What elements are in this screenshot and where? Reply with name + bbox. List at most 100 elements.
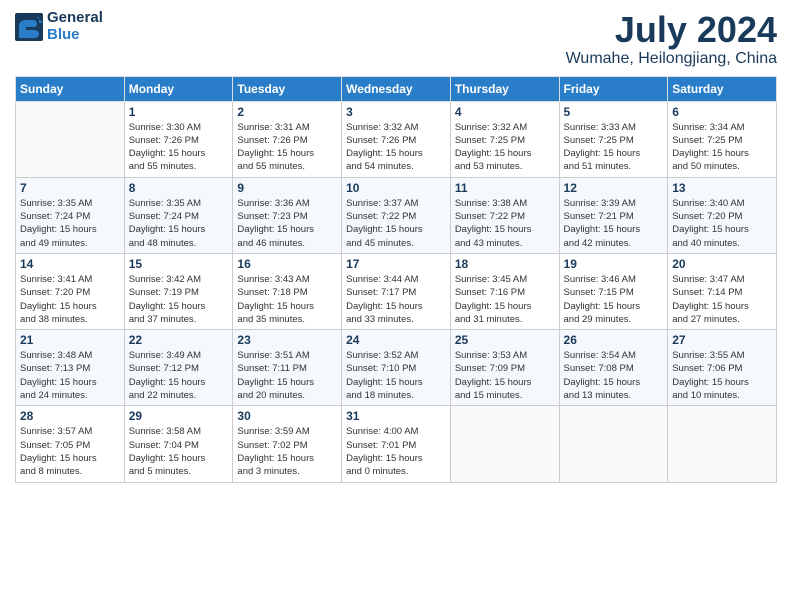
cell-text: Daylight: 15 hours (237, 452, 337, 465)
calendar-week-5: 28 Sunrise: 3:57 AMSunset: 7:05 PM Dayligh… (16, 406, 777, 482)
cell-text: Sunrise: 3:38 AM (455, 197, 555, 210)
cell-text: Sunrise: 4:00 AM (346, 425, 446, 438)
calendar-cell: 15Sunrise: 3:42 AMSunset: 7:19 PMDayligh… (124, 253, 233, 329)
cell-text: Daylight: 15 hours (129, 452, 229, 465)
cell-text: Daylight: 15 hours (346, 452, 446, 465)
cell-text: Sunset: 7:12 PM (129, 362, 229, 375)
calendar-cell: 20Sunrise: 3:47 AMSunset: 7:14 PMDayligh… (668, 253, 777, 329)
day-number: 16 (237, 257, 337, 271)
day-number: 21 (20, 333, 120, 347)
calendar-cell: 24Sunrise: 3:52 AMSunset: 7:10 PMDayligh… (342, 330, 451, 406)
cell-text: and 22 minutes. (129, 389, 229, 402)
calendar-cell: 28Sunrise: 3:57 AMSunset: 7:05 PMDayligh… (16, 406, 125, 482)
cell-text: Sunset: 7:08 PM (564, 362, 664, 375)
calendar-cell: 23Sunrise: 3:51 AMSunset: 7:11 PMDayligh… (233, 330, 342, 406)
day-number: 11 (455, 181, 555, 195)
cell-text: Sunrise: 3:33 AM (564, 121, 664, 134)
cell-text: Sunset: 7:21 PM (564, 210, 664, 223)
cell-text: Daylight: 15 hours (20, 300, 120, 313)
cell-text: Sunset: 7:10 PM (346, 362, 446, 375)
calendar-cell: 13Sunrise: 3:40 AMSunset: 7:20 PMDayligh… (668, 177, 777, 253)
calendar-week-2: 7Sunrise: 3:35 AMSunset: 7:24 PMDaylight… (16, 177, 777, 253)
calendar-cell: 16Sunrise: 3:43 AMSunset: 7:18 PMDayligh… (233, 253, 342, 329)
calendar-cell: 30Sunrise: 3:59 AMSunset: 7:02 PMDayligh… (233, 406, 342, 482)
calendar-cell (559, 406, 668, 482)
cell-text: Sunrise: 3:31 AM (237, 121, 337, 134)
day-number: 7 (20, 181, 120, 195)
cell-text: Daylight: 15 hours (129, 376, 229, 389)
calendar-cell: 31Sunrise: 4:00 AMSunset: 7:01 PMDayligh… (342, 406, 451, 482)
col-header-saturday: Saturday (668, 76, 777, 101)
cell-text: Sunrise: 3:55 AM (672, 349, 772, 362)
cell-text: Sunset: 7:25 PM (564, 134, 664, 147)
cell-text: Daylight: 15 hours (564, 376, 664, 389)
cell-text: Daylight: 15 hours (20, 223, 120, 236)
calendar-cell: 8Sunrise: 3:35 AMSunset: 7:24 PMDaylight… (124, 177, 233, 253)
day-number: 14 (20, 257, 120, 271)
cell-text: Sunrise: 3:41 AM (20, 273, 120, 286)
calendar-cell: 5Sunrise: 3:33 AMSunset: 7:25 PMDaylight… (559, 101, 668, 177)
cell-text: Sunset: 7:14 PM (672, 286, 772, 299)
cell-text: Sunset: 7:18 PM (237, 286, 337, 299)
day-number: 4 (455, 105, 555, 119)
cell-text: Sunrise: 3:46 AM (564, 273, 664, 286)
cell-text: Daylight: 15 hours (672, 300, 772, 313)
cell-text: Sunrise: 3:37 AM (346, 197, 446, 210)
calendar-cell: 18Sunrise: 3:45 AMSunset: 7:16 PMDayligh… (450, 253, 559, 329)
calendar-cell (16, 101, 125, 177)
day-number: 6 (672, 105, 772, 119)
cell-text: Sunrise: 3:51 AM (237, 349, 337, 362)
col-header-monday: Monday (124, 76, 233, 101)
cell-text: Sunset: 7:26 PM (237, 134, 337, 147)
day-number: 3 (346, 105, 446, 119)
cell-text: and 42 minutes. (564, 237, 664, 250)
cell-text: and 24 minutes. (20, 389, 120, 402)
cell-text: and 53 minutes. (455, 160, 555, 173)
cell-text: Daylight: 15 hours (346, 147, 446, 160)
calendar-week-1: 1Sunrise: 3:30 AMSunset: 7:26 PMDaylight… (16, 101, 777, 177)
calendar-cell: 14Sunrise: 3:41 AMSunset: 7:20 PMDayligh… (16, 253, 125, 329)
cell-text: Daylight: 15 hours (672, 223, 772, 236)
page-header: General Blue July 2024 Wumahe, Heilongji… (15, 10, 777, 68)
day-number: 26 (564, 333, 664, 347)
cell-text: Daylight: 15 hours (346, 376, 446, 389)
cell-text: and 20 minutes. (237, 389, 337, 402)
calendar-cell: 29Sunrise: 3:58 AMSunset: 7:04 PMDayligh… (124, 406, 233, 482)
cell-text: Sunrise: 3:59 AM (237, 425, 337, 438)
cell-text: Daylight: 15 hours (455, 223, 555, 236)
calendar-cell: 12Sunrise: 3:39 AMSunset: 7:21 PMDayligh… (559, 177, 668, 253)
cell-text: Sunset: 7:26 PM (346, 134, 446, 147)
cell-text: and 49 minutes. (20, 237, 120, 250)
day-number: 19 (564, 257, 664, 271)
cell-text: and 29 minutes. (564, 313, 664, 326)
day-number: 10 (346, 181, 446, 195)
cell-text: and 45 minutes. (346, 237, 446, 250)
cell-text: and 50 minutes. (672, 160, 772, 173)
cell-text: Daylight: 15 hours (129, 300, 229, 313)
cell-text: Sunrise: 3:32 AM (346, 121, 446, 134)
cell-text: and 27 minutes. (672, 313, 772, 326)
day-number: 27 (672, 333, 772, 347)
cell-text: Sunset: 7:05 PM (20, 439, 120, 452)
cell-text: Sunrise: 3:57 AM (20, 425, 120, 438)
calendar-cell: 3 Sunrise: 3:32 AMSunset: 7:26 PMDaylight… (342, 101, 451, 177)
cell-text: and 35 minutes. (237, 313, 337, 326)
cell-text: and 31 minutes. (455, 313, 555, 326)
cell-text: and 0 minutes. (346, 465, 446, 478)
day-number: 28 (20, 409, 120, 423)
cell-text: and 55 minutes. (237, 160, 337, 173)
cell-text: Daylight: 15 hours (129, 223, 229, 236)
logo: General Blue (15, 10, 103, 43)
cell-text: and 8 minutes. (20, 465, 120, 478)
cell-text: Sunrise: 3:48 AM (20, 349, 120, 362)
calendar-cell: 11Sunrise: 3:38 AMSunset: 7:22 PMDayligh… (450, 177, 559, 253)
day-number: 5 (564, 105, 664, 119)
day-number: 31 (346, 409, 446, 423)
cell-text: Daylight: 15 hours (20, 376, 120, 389)
cell-text: Daylight: 15 hours (455, 300, 555, 313)
cell-text: Sunrise: 3:43 AM (237, 273, 337, 286)
calendar-cell: 2Sunrise: 3:31 AMSunset: 7:26 PMDaylight… (233, 101, 342, 177)
cell-text: and 54 minutes. (346, 160, 446, 173)
cell-text: Sunrise: 3:53 AM (455, 349, 555, 362)
day-number: 30 (237, 409, 337, 423)
